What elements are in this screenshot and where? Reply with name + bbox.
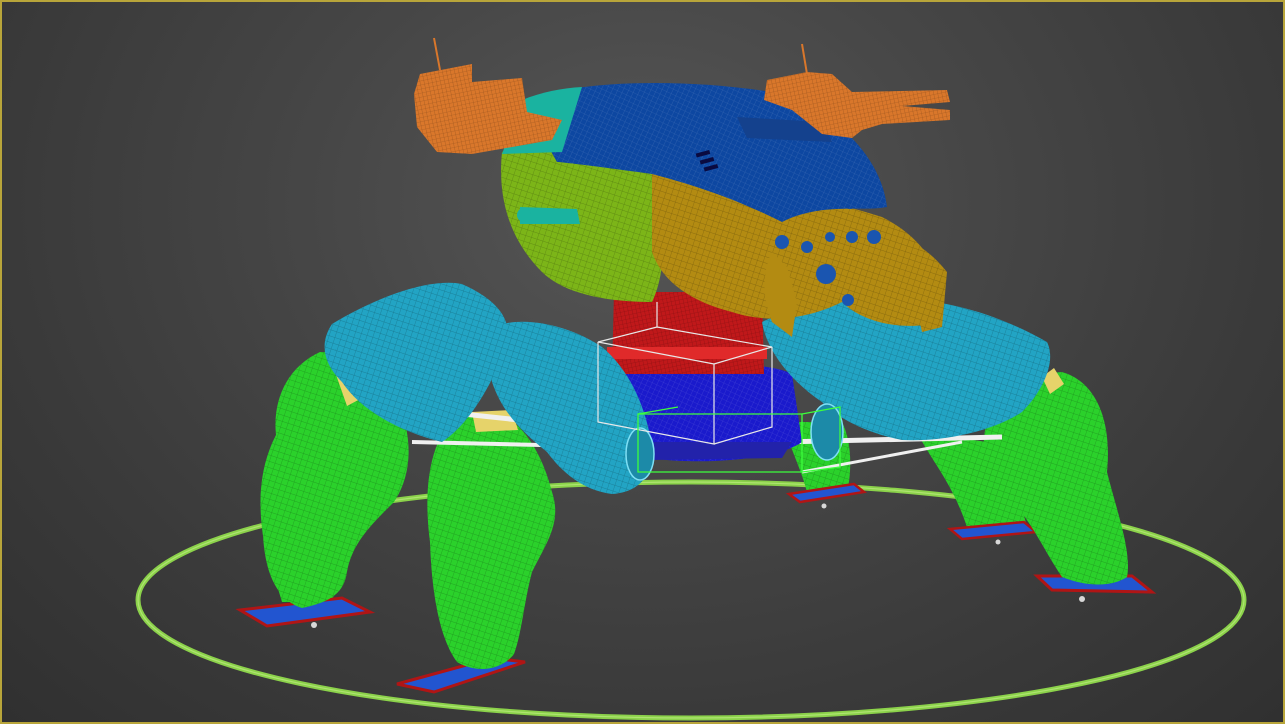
viewport-perspective[interactable] [0,0,1285,724]
foot-back-center[interactable] [785,482,867,509]
foot-back-right[interactable] [946,520,1040,545]
scene-canvas[interactable] [2,2,1285,724]
front-leg-center-lower[interactable] [427,410,556,669]
